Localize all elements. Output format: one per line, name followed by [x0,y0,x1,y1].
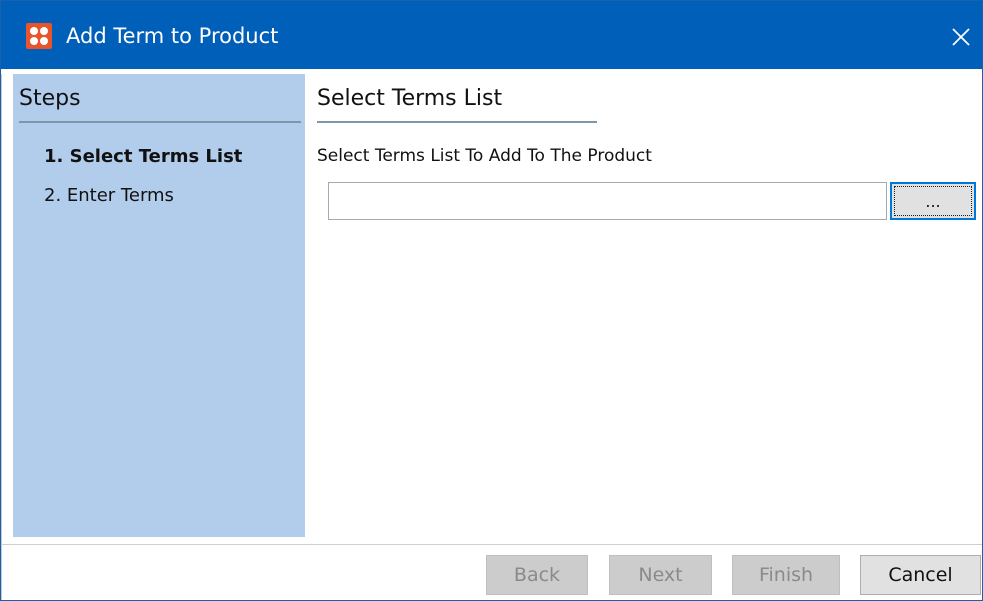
window-title: Add Term to Product [66,24,279,48]
next-button[interactable]: Next [609,555,712,595]
dialog-window: Add Term to Product Steps 1. Select Term… [0,0,983,601]
footer-divider [1,544,982,545]
step-enter-terms: 2. Enter Terms [44,185,174,206]
app-logo-icon [26,23,52,49]
page-title-divider [317,121,597,123]
window-left-edge [1,74,2,600]
page-title: Select Terms List [317,86,503,111]
terms-list-input[interactable] [328,182,887,220]
browse-button[interactable]: ... [890,182,976,220]
steps-divider [19,121,301,123]
close-button[interactable] [941,17,981,57]
back-button[interactable]: Back [486,555,588,595]
cancel-button[interactable]: Cancel [860,555,981,595]
close-icon [952,28,970,46]
finish-button[interactable]: Finish [732,555,840,595]
steps-heading: Steps [19,86,81,111]
step-select-terms-list: 1. Select Terms List [44,146,243,167]
steps-sidebar: Steps 1. Select Terms List 2. Enter Term… [13,74,305,537]
terms-list-label: Select Terms List To Add To The Product [317,146,652,166]
title-bar: Add Term to Product [1,1,982,69]
